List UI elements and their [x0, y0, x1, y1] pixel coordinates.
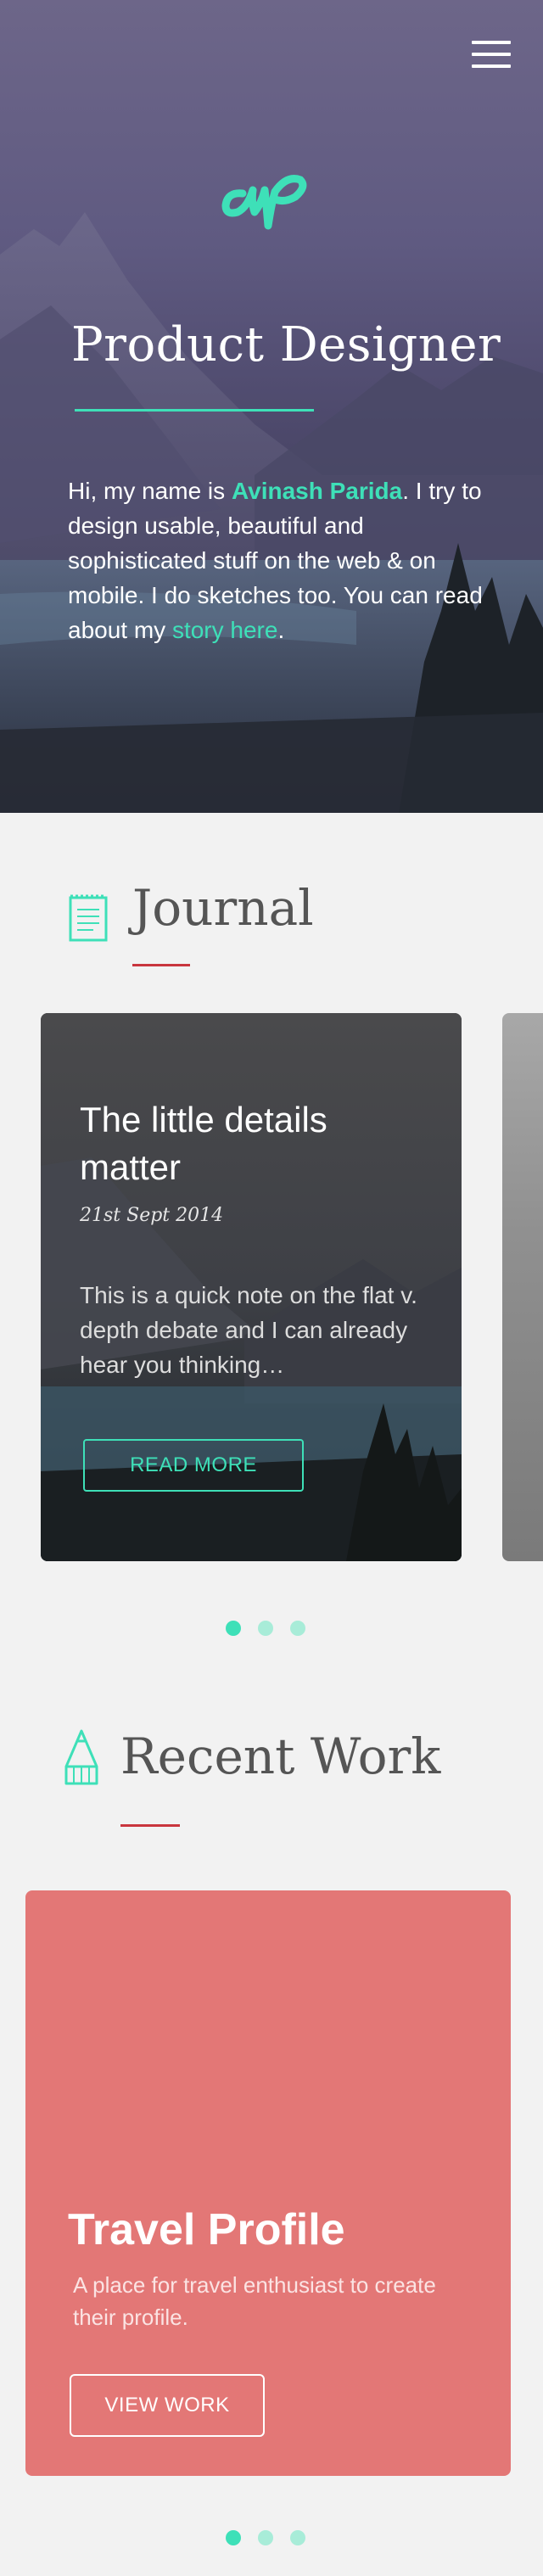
title-underline [75, 409, 314, 412]
intro-text: Hi, my name is [68, 478, 232, 504]
next-journal-card-peek[interactable] [502, 1013, 543, 1561]
carousel-dot[interactable] [226, 2530, 241, 2545]
carousel-dot[interactable] [290, 1621, 305, 1636]
mountain-lake-background [0, 212, 543, 813]
read-more-button[interactable]: READ MORE [83, 1439, 304, 1492]
carousel-dot[interactable] [290, 2530, 305, 2545]
story-link[interactable]: story here [172, 617, 278, 643]
project-title: Travel Profile [68, 2205, 345, 2254]
work-carousel-dots [226, 2530, 305, 2545]
author-name: Avinash Parida [231, 478, 403, 504]
journal-carousel-dots [226, 1621, 305, 1636]
project-description: A place for travel enthusiast to create … [73, 2272, 436, 2330]
post-excerpt: This is a quick note on the flat v. dept… [80, 1282, 417, 1378]
work-card[interactable]: Travel Profile A place for travel enthus… [25, 1890, 511, 2476]
view-work-button[interactable]: VIEW WORK [70, 2374, 265, 2437]
carousel-dot[interactable] [258, 1621, 273, 1636]
notepad-icon [69, 894, 108, 942]
journal-card[interactable]: The little details matter 21st Sept 2014… [41, 1013, 462, 1561]
ap-monogram-logo [221, 175, 307, 230]
journal-heading-underline [132, 964, 190, 966]
intro-paragraph: Hi, my name is Avinash Parida. I try to … [68, 473, 492, 647]
hamburger-menu-icon[interactable] [470, 41, 512, 70]
carousel-dot[interactable] [226, 1621, 241, 1636]
recent-work-heading: Recent Work [120, 1728, 441, 1785]
intro-text: . [277, 617, 285, 643]
hero-section: Product Designer Hi, my name is Avinash … [0, 0, 543, 813]
journal-heading: Journal [132, 879, 314, 937]
post-date: 21st Sept 2014 [80, 1205, 224, 1226]
recent-work-heading-underline [120, 1824, 180, 1827]
carousel-dot[interactable] [258, 2530, 273, 2545]
pencil-icon [64, 1729, 98, 1785]
hero-title: Product Designer [71, 317, 501, 372]
post-title: The little details matter [80, 1100, 327, 1187]
